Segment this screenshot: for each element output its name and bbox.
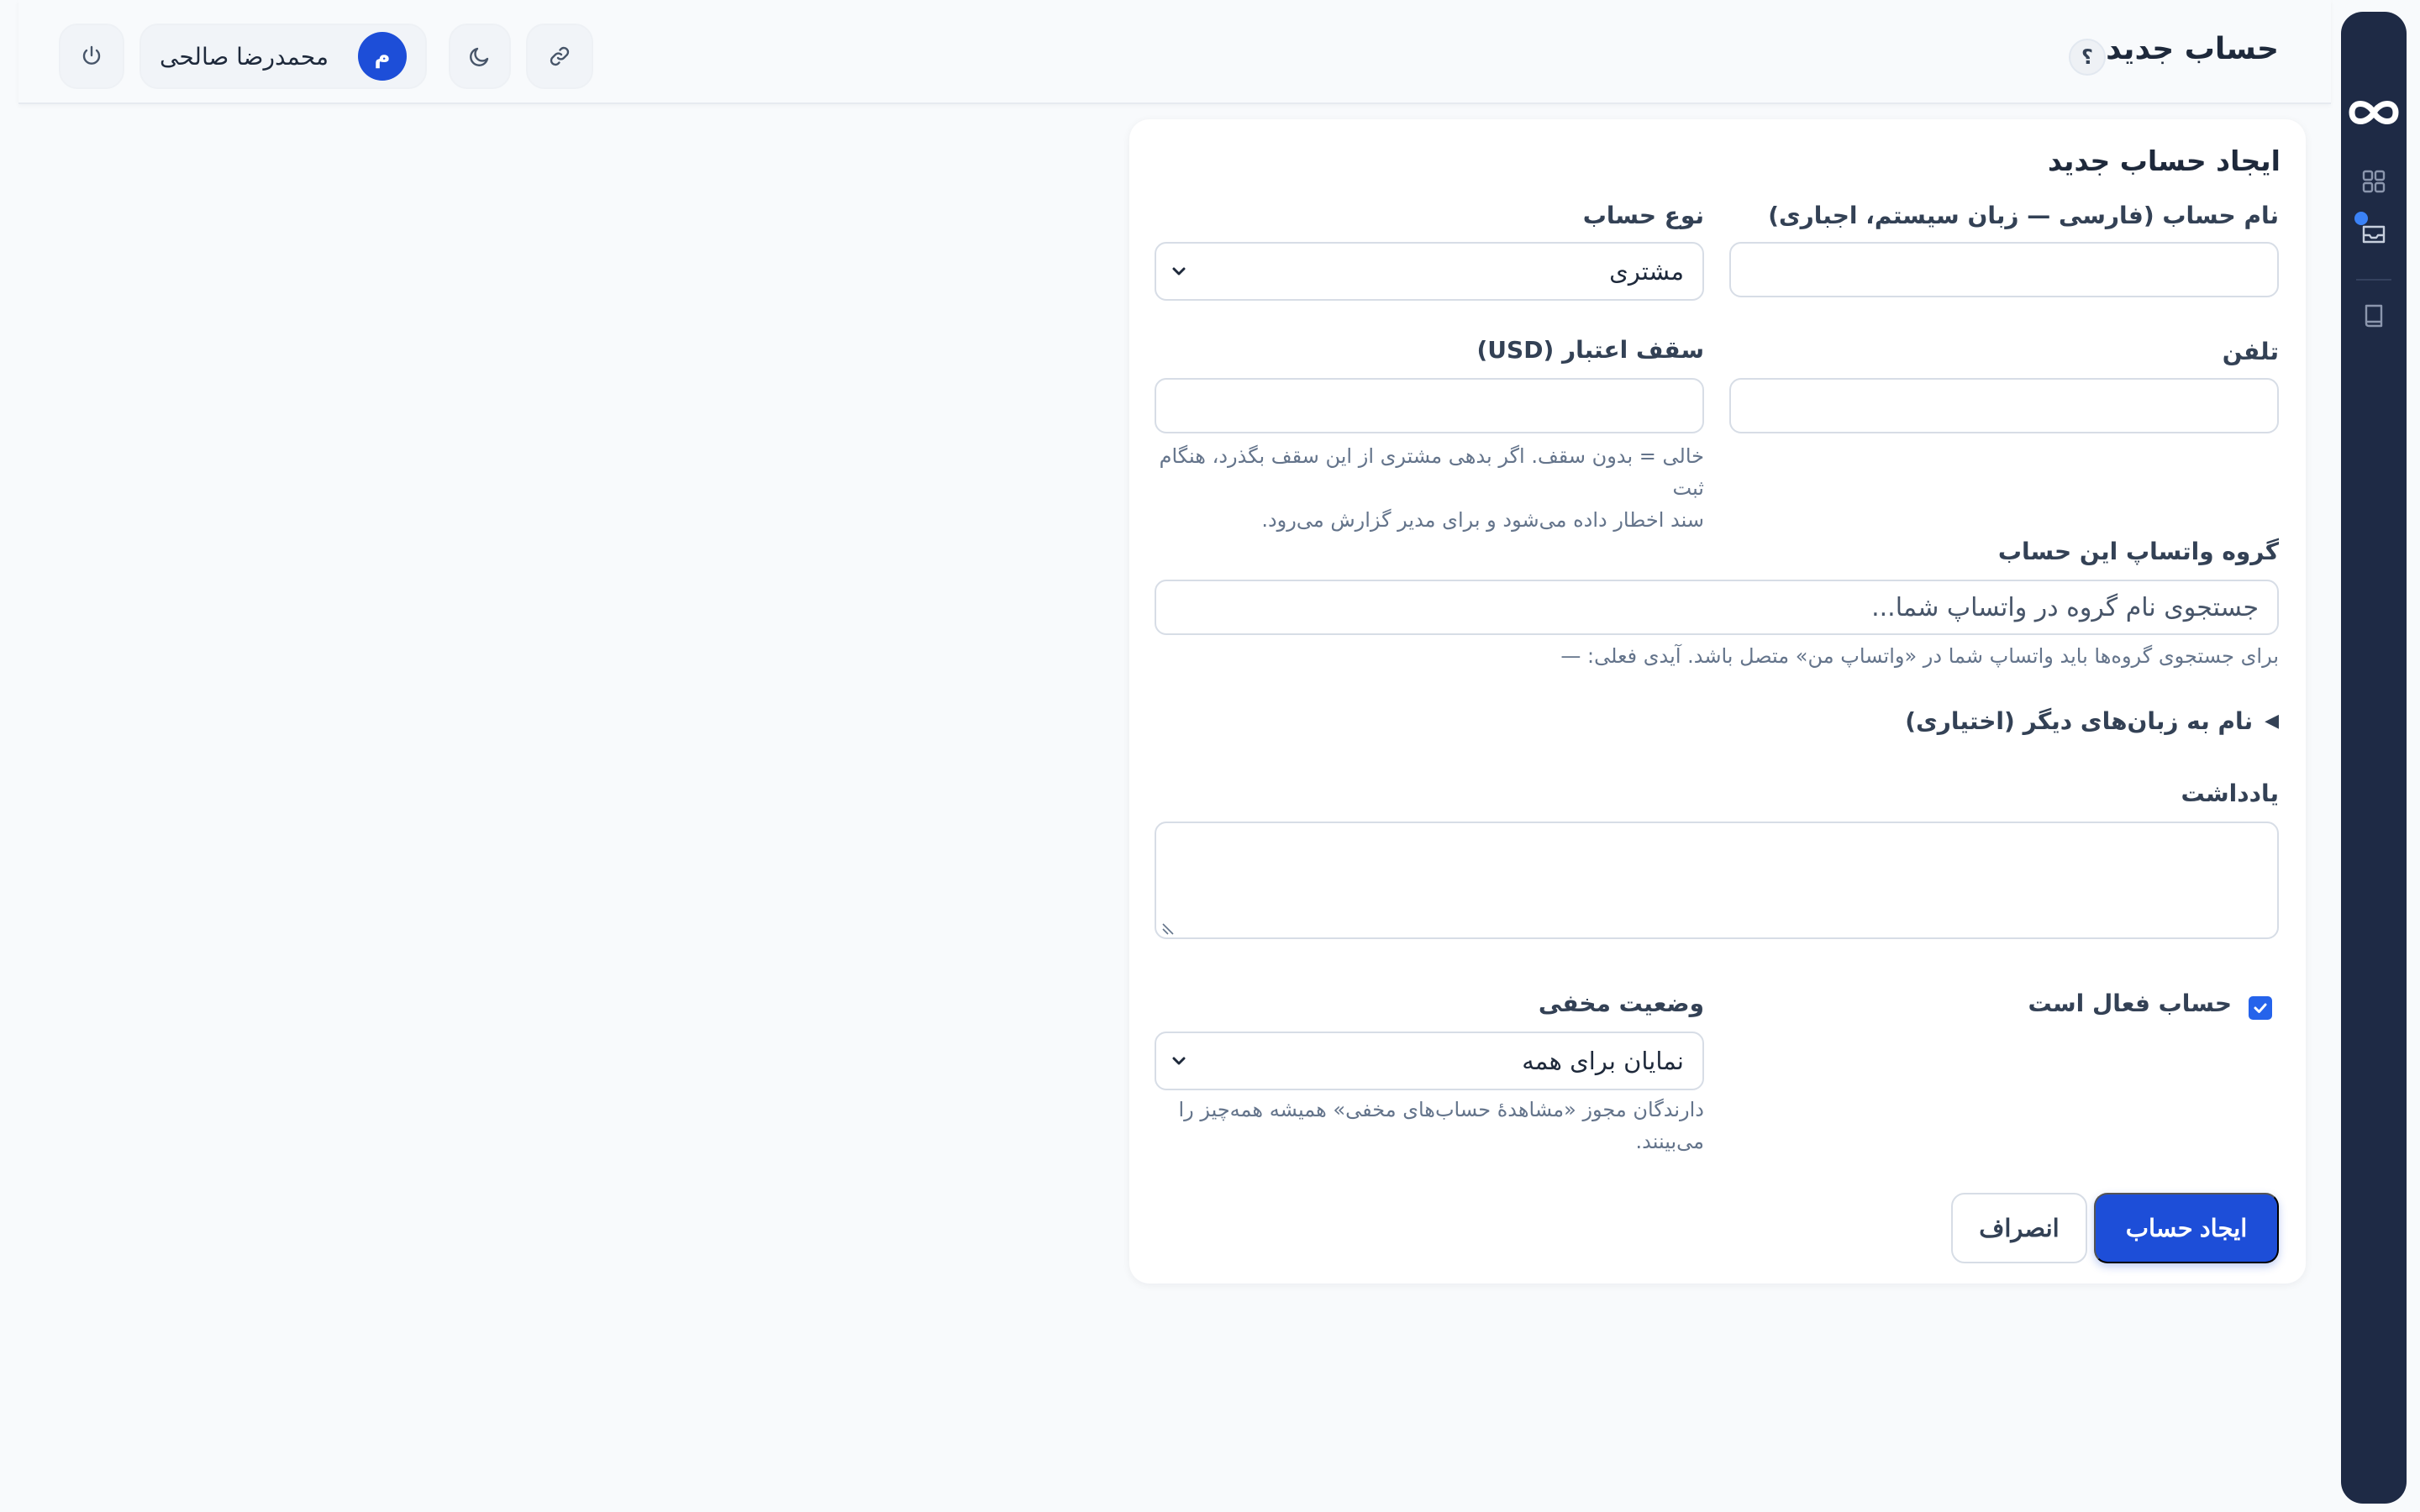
sidebar-logo[interactable] xyxy=(2341,87,2407,138)
hidden-hint-line-2: می‌بینند. xyxy=(1635,1130,1705,1153)
hidden-state-label: وضعیت مخفی xyxy=(1538,990,1704,1017)
top-bar: حساب جدید ؟ محمدرضا صالحی م xyxy=(18,0,2331,104)
hidden-hint-line-1: دارندگان مجوز «مشاهدهٔ حساب‌های مخفی» هم… xyxy=(1178,1098,1704,1121)
note-textarea[interactable] xyxy=(1155,822,2279,939)
sidebar-item-dashboard[interactable] xyxy=(2341,163,2407,200)
form-title: ایجاد حساب جدید xyxy=(2047,144,2281,177)
dashboard-grid-icon xyxy=(2362,170,2386,193)
sidebar xyxy=(2341,12,2407,1504)
whatsapp-search-placeholder: جستجوی نام گروه در واتساپ شما... xyxy=(1871,593,2259,622)
caret-left-icon: ◀ xyxy=(2265,711,2279,732)
sidebar-item-inbox[interactable] xyxy=(2341,212,2407,254)
account-type-select[interactable]: مشتری xyxy=(1155,242,1704,301)
whatsapp-group-search-input[interactable]: جستجوی نام گروه در واتساپ شما... xyxy=(1155,580,2279,635)
app-root: حساب جدید ؟ محمدرضا صالحی م ایجاد حساب ج… xyxy=(0,0,2420,1512)
hidden-state-value: نمایان برای همه xyxy=(1522,1047,1684,1075)
book-icon xyxy=(2365,304,2383,328)
link-button[interactable] xyxy=(526,24,593,89)
other-languages-label: نام به زبان‌های دیگر (اختیاری) xyxy=(1905,707,2254,735)
logout-button[interactable] xyxy=(59,24,124,89)
active-checkbox[interactable] xyxy=(2249,996,2272,1020)
page-title: حساب جدید xyxy=(2106,32,2279,66)
phone-label: تلفن xyxy=(2222,338,2279,365)
chevron-down-icon xyxy=(1172,1057,1186,1065)
chevron-down-icon xyxy=(1172,267,1186,276)
phone-input[interactable] xyxy=(1729,378,2279,433)
create-account-card: ایجاد حساب جدید نام حساب (فارسی — زبان س… xyxy=(1129,119,2306,1284)
avatar: م xyxy=(358,32,407,81)
link-icon xyxy=(550,46,570,66)
credit-limit-input[interactable] xyxy=(1155,378,1704,433)
account-name-label: نام حساب (فارسی — زبان سیستم، اجباری) xyxy=(1768,202,2279,229)
power-icon xyxy=(82,45,101,65)
whatsapp-hint: برای جستجوی گروه‌ها باید واتساپ شما در «… xyxy=(1560,644,2279,668)
account-type-label: نوع حساب xyxy=(1582,202,1704,229)
credit-limit-label: سقف اعتبار (USD) xyxy=(1476,336,1705,364)
resize-grip-icon[interactable] xyxy=(1160,921,1175,936)
sidebar-divider xyxy=(2356,279,2391,281)
theme-toggle-button[interactable] xyxy=(449,24,511,89)
notification-dot xyxy=(2354,212,2368,225)
cancel-button[interactable]: انصراف xyxy=(1951,1193,2087,1263)
credit-hint-line-2: سند اخطار داده می‌شود و برای مدیر گزارش … xyxy=(1261,508,1704,532)
account-type-value: مشتری xyxy=(1609,257,1684,286)
user-name: محمدرضا صالحی xyxy=(160,42,329,71)
moon-icon xyxy=(470,47,489,66)
hidden-state-select[interactable]: نمایان برای همه xyxy=(1155,1032,1704,1090)
credit-limit-hint: خالی = بدون سقف. اگر بدهی مشتری از این س… xyxy=(1150,440,1704,536)
account-name-input[interactable] xyxy=(1729,242,2279,297)
user-menu[interactable]: محمدرضا صالحی م xyxy=(139,24,427,89)
help-button[interactable]: ؟ xyxy=(2069,39,2106,76)
infinity-logo-icon xyxy=(2349,101,2399,124)
sidebar-item-docs[interactable] xyxy=(2341,297,2407,334)
whatsapp-group-label: گروه واتساپ این حساب xyxy=(1997,538,2279,565)
create-account-button[interactable]: ایجاد حساب xyxy=(2094,1193,2279,1263)
active-label: حساب فعال است xyxy=(2028,990,2232,1017)
credit-hint-line-1: خالی = بدون سقف. اگر بدهی مشتری از این س… xyxy=(1159,444,1704,500)
note-label: یادداشت xyxy=(2181,780,2279,807)
hidden-state-hint: دارندگان مجوز «مشاهدهٔ حساب‌های مخفی» هم… xyxy=(1150,1094,1704,1158)
other-languages-toggle[interactable]: ◀ نام به زبان‌های دیگر (اختیاری) xyxy=(1905,707,2279,735)
checkmark-icon xyxy=(2254,1003,2267,1013)
